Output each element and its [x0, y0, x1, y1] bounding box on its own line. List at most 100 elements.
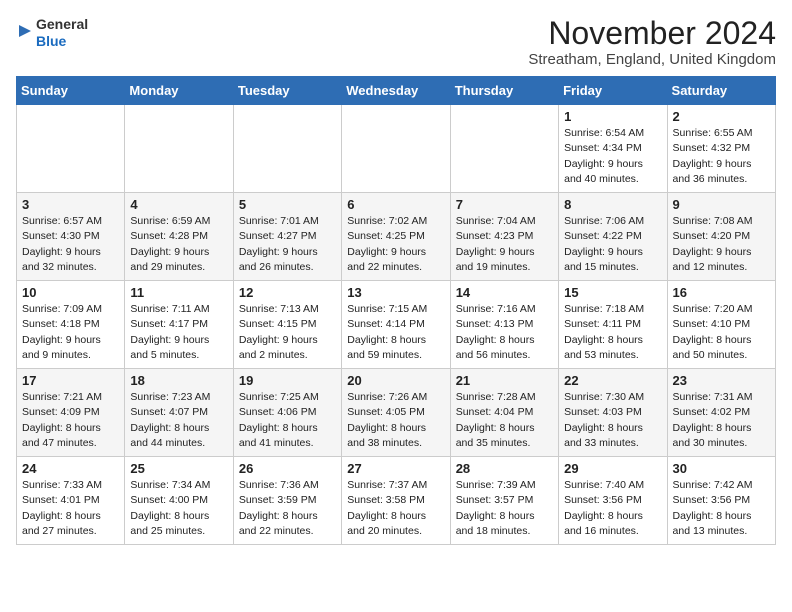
day-info: Sunrise: 7:21 AM Sunset: 4:09 PM Dayligh… [22, 390, 119, 451]
day-number: 12 [239, 285, 336, 300]
calendar-cell: 26 Sunrise: 7:36 AM Sunset: 3:59 PM Dayli… [233, 457, 341, 545]
day-info: Sunrise: 7:18 AM Sunset: 4:11 PM Dayligh… [564, 302, 661, 363]
calendar-cell: 19 Sunrise: 7:25 AM Sunset: 4:06 PM Dayli… [233, 369, 341, 457]
calendar-cell [450, 105, 558, 193]
day-info: Sunrise: 7:06 AM Sunset: 4:22 PM Dayligh… [564, 214, 661, 275]
day-number: 30 [673, 461, 770, 476]
week-row-1: 1Sunrise: 6:54 AM Sunset: 4:34 PM Daylig… [17, 105, 776, 193]
day-info: Sunrise: 7:42 AM Sunset: 3:56 PM Dayligh… [673, 478, 770, 539]
day-info: Sunrise: 7:15 AM Sunset: 4:14 PM Dayligh… [347, 302, 444, 363]
calendar-cell: 28 Sunrise: 7:39 AM Sunset: 3:57 PM Dayli… [450, 457, 558, 545]
calendar-table: SundayMondayTuesdayWednesdayThursdayFrid… [16, 76, 776, 545]
column-header-friday: Friday [559, 77, 667, 105]
day-number: 17 [22, 373, 119, 388]
calendar-cell: 12 Sunrise: 7:13 AM Sunset: 4:15 PM Dayli… [233, 281, 341, 369]
day-number: 13 [347, 285, 444, 300]
calendar-cell: 3 Sunrise: 6:57 AM Sunset: 4:30 PM Daylig… [17, 193, 125, 281]
calendar-cell: 30 Sunrise: 7:42 AM Sunset: 3:56 PM Dayli… [667, 457, 775, 545]
calendar-cell: 7 Sunrise: 7:04 AM Sunset: 4:23 PM Daylig… [450, 193, 558, 281]
calendar-cell: 17 Sunrise: 7:21 AM Sunset: 4:09 PM Dayli… [17, 369, 125, 457]
day-number: 21 [456, 373, 553, 388]
day-info: Sunrise: 7:34 AM Sunset: 4:00 PM Dayligh… [130, 478, 227, 539]
day-info: Sunrise: 7:13 AM Sunset: 4:15 PM Dayligh… [239, 302, 336, 363]
calendar-cell [125, 105, 233, 193]
day-info: Sunrise: 7:09 AM Sunset: 4:18 PM Dayligh… [22, 302, 119, 363]
day-number: 20 [347, 373, 444, 388]
day-info: Sunrise: 7:04 AM Sunset: 4:23 PM Dayligh… [456, 214, 553, 275]
week-row-4: 17 Sunrise: 7:21 AM Sunset: 4:09 PM Dayli… [17, 369, 776, 457]
day-number: 19 [239, 373, 336, 388]
calendar-cell: 4 Sunrise: 6:59 AM Sunset: 4:28 PM Daylig… [125, 193, 233, 281]
day-number: 29 [564, 461, 661, 476]
title-block: November 2024 Streatham, England, United… [528, 16, 776, 68]
calendar-cell: 10 Sunrise: 7:09 AM Sunset: 4:18 PM Dayli… [17, 281, 125, 369]
day-number: 18 [130, 373, 227, 388]
logo-text: General Blue [36, 16, 88, 50]
column-header-saturday: Saturday [667, 77, 775, 105]
logo-icon [16, 22, 34, 40]
calendar-cell: 24Sunrise: 7:33 AM Sunset: 4:01 PM Dayli… [17, 457, 125, 545]
calendar-cell: 22 Sunrise: 7:30 AM Sunset: 4:03 PM Dayli… [559, 369, 667, 457]
day-number: 11 [130, 285, 227, 300]
logo: General Blue [16, 16, 88, 50]
day-info: Sunrise: 7:20 AM Sunset: 4:10 PM Dayligh… [673, 302, 770, 363]
day-info: Sunrise: 7:39 AM Sunset: 3:57 PM Dayligh… [456, 478, 553, 539]
calendar-cell: 6 Sunrise: 7:02 AM Sunset: 4:25 PM Daylig… [342, 193, 450, 281]
day-number: 26 [239, 461, 336, 476]
day-number: 10 [22, 285, 119, 300]
calendar-cell: 8 Sunrise: 7:06 AM Sunset: 4:22 PM Daylig… [559, 193, 667, 281]
day-info: Sunrise: 6:59 AM Sunset: 4:28 PM Dayligh… [130, 214, 227, 275]
column-header-tuesday: Tuesday [233, 77, 341, 105]
day-info: Sunrise: 7:40 AM Sunset: 3:56 PM Dayligh… [564, 478, 661, 539]
day-number: 16 [673, 285, 770, 300]
day-number: 5 [239, 197, 336, 212]
calendar-cell: 21 Sunrise: 7:28 AM Sunset: 4:04 PM Dayli… [450, 369, 558, 457]
column-header-monday: Monday [125, 77, 233, 105]
day-info: Sunrise: 7:26 AM Sunset: 4:05 PM Dayligh… [347, 390, 444, 451]
calendar-cell: 15 Sunrise: 7:18 AM Sunset: 4:11 PM Dayli… [559, 281, 667, 369]
day-info: Sunrise: 7:25 AM Sunset: 4:06 PM Dayligh… [239, 390, 336, 451]
day-info: Sunrise: 7:16 AM Sunset: 4:13 PM Dayligh… [456, 302, 553, 363]
day-info: Sunrise: 6:55 AM Sunset: 4:32 PM Dayligh… [673, 126, 770, 187]
calendar-cell: 29 Sunrise: 7:40 AM Sunset: 3:56 PM Dayli… [559, 457, 667, 545]
calendar-cell [342, 105, 450, 193]
day-number: 4 [130, 197, 227, 212]
day-info: Sunrise: 7:11 AM Sunset: 4:17 PM Dayligh… [130, 302, 227, 363]
day-info: Sunrise: 7:33 AM Sunset: 4:01 PM Dayligh… [22, 478, 119, 539]
day-info: Sunrise: 7:01 AM Sunset: 4:27 PM Dayligh… [239, 214, 336, 275]
calendar-cell: 16 Sunrise: 7:20 AM Sunset: 4:10 PM Dayli… [667, 281, 775, 369]
calendar-cell: 1Sunrise: 6:54 AM Sunset: 4:34 PM Daylig… [559, 105, 667, 193]
calendar-cell: 5 Sunrise: 7:01 AM Sunset: 4:27 PM Daylig… [233, 193, 341, 281]
week-row-5: 24Sunrise: 7:33 AM Sunset: 4:01 PM Dayli… [17, 457, 776, 545]
day-info: Sunrise: 7:23 AM Sunset: 4:07 PM Dayligh… [130, 390, 227, 451]
month-title: November 2024 [528, 16, 776, 51]
calendar-cell [17, 105, 125, 193]
day-number: 8 [564, 197, 661, 212]
calendar-cell: 25 Sunrise: 7:34 AM Sunset: 4:00 PM Dayli… [125, 457, 233, 545]
day-info: Sunrise: 6:57 AM Sunset: 4:30 PM Dayligh… [22, 214, 119, 275]
calendar-header-row: SundayMondayTuesdayWednesdayThursdayFrid… [17, 77, 776, 105]
day-number: 15 [564, 285, 661, 300]
day-number: 28 [456, 461, 553, 476]
day-number: 22 [564, 373, 661, 388]
calendar-cell [233, 105, 341, 193]
day-info: Sunrise: 7:02 AM Sunset: 4:25 PM Dayligh… [347, 214, 444, 275]
day-info: Sunrise: 7:30 AM Sunset: 4:03 PM Dayligh… [564, 390, 661, 451]
column-header-sunday: Sunday [17, 77, 125, 105]
day-info: Sunrise: 7:28 AM Sunset: 4:04 PM Dayligh… [456, 390, 553, 451]
calendar-cell: 23Sunrise: 7:31 AM Sunset: 4:02 PM Dayli… [667, 369, 775, 457]
calendar-cell: 9Sunrise: 7:08 AM Sunset: 4:20 PM Daylig… [667, 193, 775, 281]
day-number: 14 [456, 285, 553, 300]
calendar-cell: 18 Sunrise: 7:23 AM Sunset: 4:07 PM Dayli… [125, 369, 233, 457]
day-number: 7 [456, 197, 553, 212]
day-info: Sunrise: 7:08 AM Sunset: 4:20 PM Dayligh… [673, 214, 770, 275]
day-info: Sunrise: 6:54 AM Sunset: 4:34 PM Dayligh… [564, 126, 661, 187]
calendar-cell: 2 Sunrise: 6:55 AM Sunset: 4:32 PM Daylig… [667, 105, 775, 193]
day-number: 3 [22, 197, 119, 212]
day-info: Sunrise: 7:31 AM Sunset: 4:02 PM Dayligh… [673, 390, 770, 451]
week-row-2: 3 Sunrise: 6:57 AM Sunset: 4:30 PM Daylig… [17, 193, 776, 281]
day-number: 2 [673, 109, 770, 124]
day-number: 25 [130, 461, 227, 476]
day-info: Sunrise: 7:36 AM Sunset: 3:59 PM Dayligh… [239, 478, 336, 539]
day-number: 6 [347, 197, 444, 212]
